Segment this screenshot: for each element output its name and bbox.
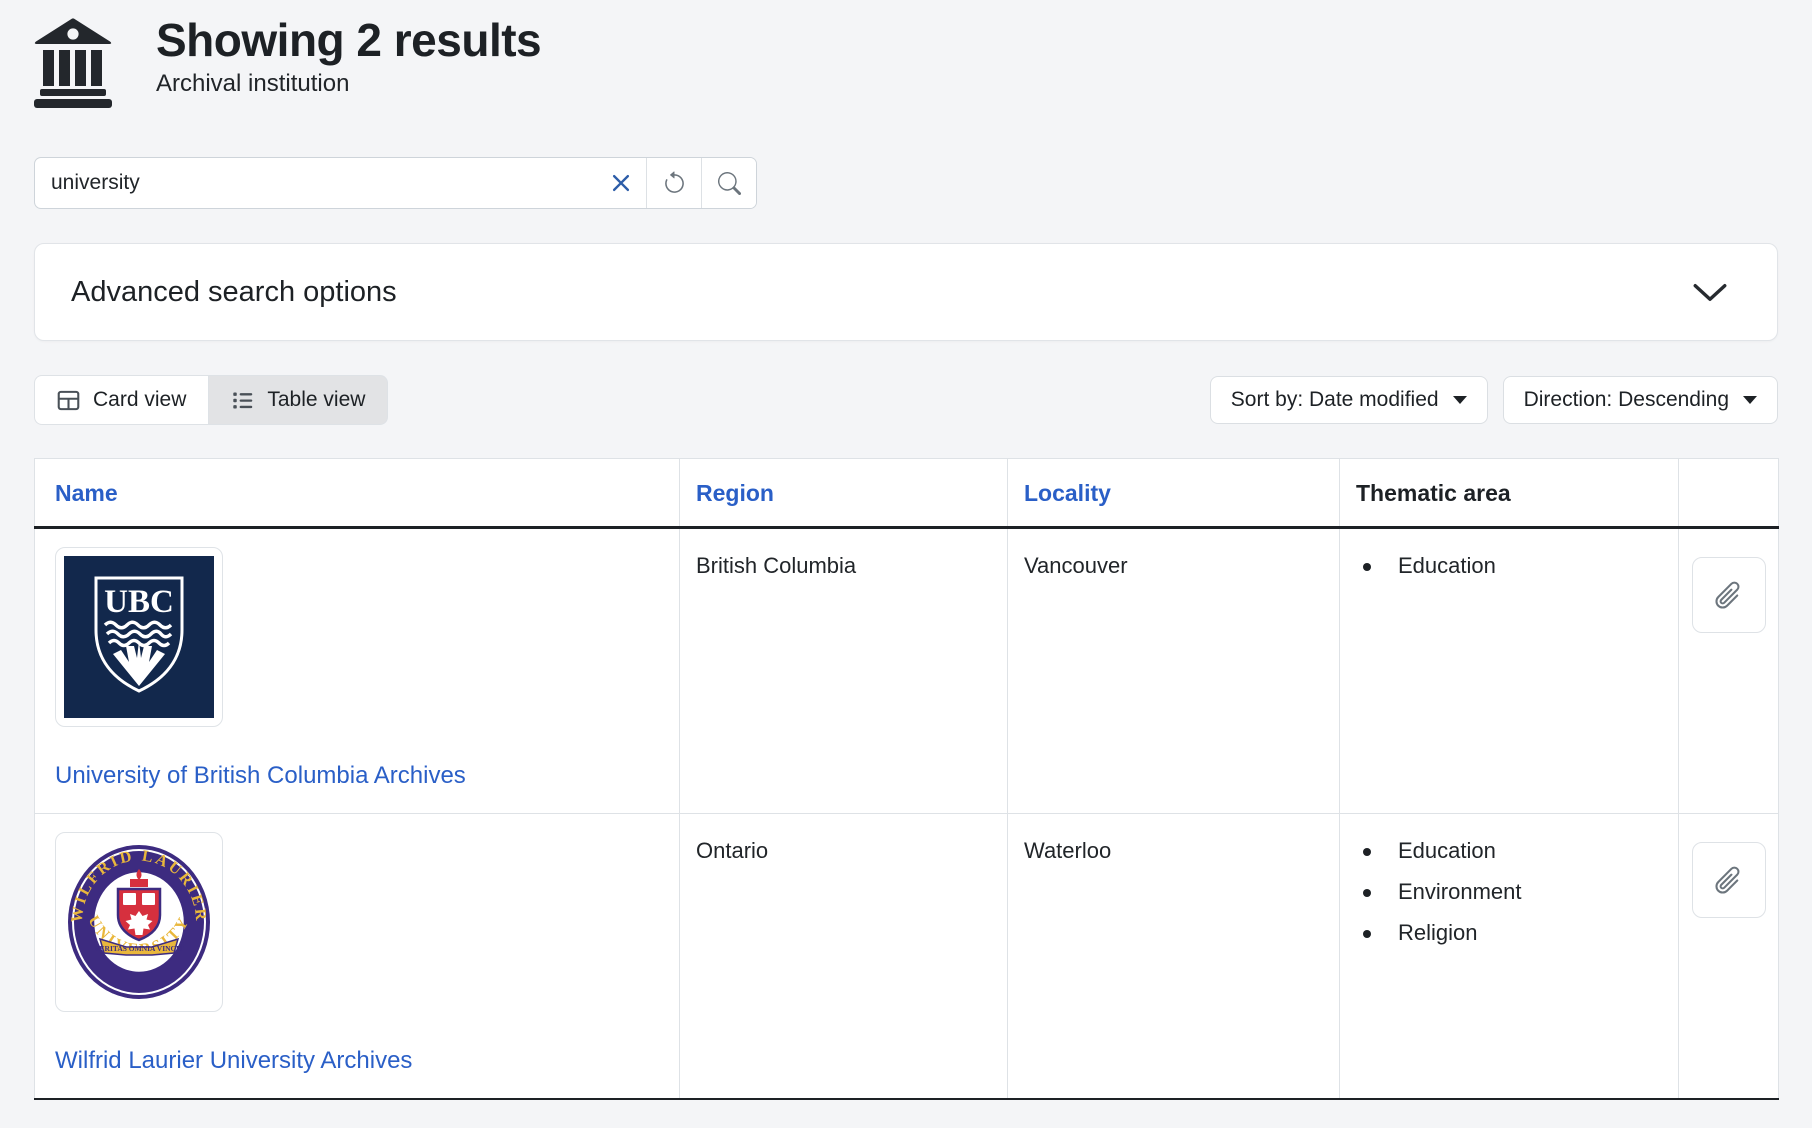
name-cell: UBC University of British Columbia Archi… bbox=[35, 528, 680, 814]
column-header-locality[interactable]: Locality bbox=[1024, 480, 1111, 506]
name-cell: WILFRID LAURIER UNIVERSITY bbox=[35, 814, 680, 1100]
caret-down-icon bbox=[1743, 396, 1757, 404]
reset-search-button[interactable] bbox=[646, 158, 701, 208]
results-toolbar: Card view Table view Sort by: Date modif… bbox=[34, 375, 1778, 425]
region-cell: British Columbia bbox=[680, 528, 1008, 814]
column-header-name[interactable]: Name bbox=[55, 480, 118, 506]
thematic-area-item: Education bbox=[1356, 553, 1662, 579]
clear-search-button[interactable] bbox=[596, 158, 646, 208]
archival-institution-icon bbox=[34, 18, 112, 113]
card-view-grid-icon bbox=[57, 389, 80, 412]
paperclip-icon bbox=[1712, 579, 1745, 612]
wlu-logo-link[interactable]: WILFRID LAURIER UNIVERSITY bbox=[55, 832, 223, 1012]
ubc-logo-link[interactable]: UBC bbox=[55, 547, 223, 727]
column-header-thematic-area: Thematic area bbox=[1356, 480, 1511, 506]
wlu-logo: WILFRID LAURIER UNIVERSITY bbox=[64, 841, 214, 1003]
direction-dropdown[interactable]: Direction: Descending bbox=[1503, 376, 1778, 424]
caret-down-icon bbox=[1453, 396, 1467, 404]
entity-type-label: Archival institution bbox=[156, 70, 541, 98]
thematic-area-cell: Education bbox=[1340, 528, 1679, 814]
thematic-area-list: Education bbox=[1356, 553, 1662, 579]
column-header-attachments bbox=[1679, 459, 1779, 528]
institution-link[interactable]: Wilfrid Laurier University Archives bbox=[55, 1046, 663, 1076]
table-view-button[interactable]: Table view bbox=[208, 375, 388, 425]
chevron-down-icon bbox=[1693, 283, 1727, 302]
svg-text:UBC: UBC bbox=[104, 584, 174, 620]
institution-link[interactable]: University of British Columbia Archives bbox=[55, 761, 663, 791]
region-cell: Ontario bbox=[680, 814, 1008, 1100]
view-toggle-group: Card view Table view bbox=[34, 375, 388, 425]
sort-controls: Sort by: Date modified Direction: Descen… bbox=[1210, 376, 1778, 424]
thematic-area-item: Environment bbox=[1356, 879, 1662, 905]
locality-cell: Vancouver bbox=[1008, 528, 1340, 814]
card-view-button[interactable]: Card view bbox=[34, 375, 208, 425]
advanced-search-toggle[interactable]: Advanced search options bbox=[34, 243, 1778, 341]
sort-by-label: Sort by: Date modified bbox=[1231, 388, 1439, 412]
results-header: Showing 2 results Archival institution bbox=[34, 14, 1778, 113]
undo-icon bbox=[662, 171, 687, 196]
archival-institution-results-page: Showing 2 results Archival institution A… bbox=[0, 0, 1812, 1128]
column-header-region[interactable]: Region bbox=[696, 480, 774, 506]
direction-label: Direction: Descending bbox=[1524, 388, 1729, 412]
table-view-label: Table view bbox=[267, 388, 365, 412]
attachment-cell bbox=[1679, 814, 1779, 1100]
results-table: Name Region Locality Thematic area UBC bbox=[34, 458, 1779, 1100]
attachment-cell bbox=[1679, 528, 1779, 814]
sort-by-dropdown[interactable]: Sort by: Date modified bbox=[1210, 376, 1488, 424]
search-input[interactable] bbox=[35, 158, 596, 208]
table-row: WILFRID LAURIER UNIVERSITY bbox=[35, 814, 1779, 1100]
submit-search-button[interactable] bbox=[701, 158, 756, 208]
attachment-button[interactable] bbox=[1692, 557, 1766, 633]
advanced-search-label: Advanced search options bbox=[71, 276, 397, 309]
bank-icon bbox=[34, 18, 112, 108]
ubc-logo: UBC bbox=[64, 556, 214, 718]
search-bar bbox=[34, 157, 757, 209]
x-clear-icon bbox=[611, 173, 631, 193]
header-text-block: Showing 2 results Archival institution bbox=[156, 14, 541, 98]
results-count-title: Showing 2 results bbox=[156, 14, 541, 67]
svg-text:VERITAS OMNIA VINCIT: VERITAS OMNIA VINCIT bbox=[94, 944, 184, 953]
thematic-area-list: Education Environment Religion bbox=[1356, 838, 1662, 946]
table-row: UBC University of British Columbia Archi… bbox=[35, 528, 1779, 814]
table-view-list-icon bbox=[231, 389, 254, 412]
table-header-row: Name Region Locality Thematic area bbox=[35, 459, 1779, 528]
thematic-area-item: Religion bbox=[1356, 920, 1662, 946]
attachment-button[interactable] bbox=[1692, 842, 1766, 918]
thematic-area-item: Education bbox=[1356, 838, 1662, 864]
locality-cell: Waterloo bbox=[1008, 814, 1340, 1100]
thematic-area-cell: Education Environment Religion bbox=[1340, 814, 1679, 1100]
search-icon bbox=[718, 172, 741, 195]
card-view-label: Card view bbox=[93, 388, 186, 412]
paperclip-icon bbox=[1712, 864, 1745, 897]
